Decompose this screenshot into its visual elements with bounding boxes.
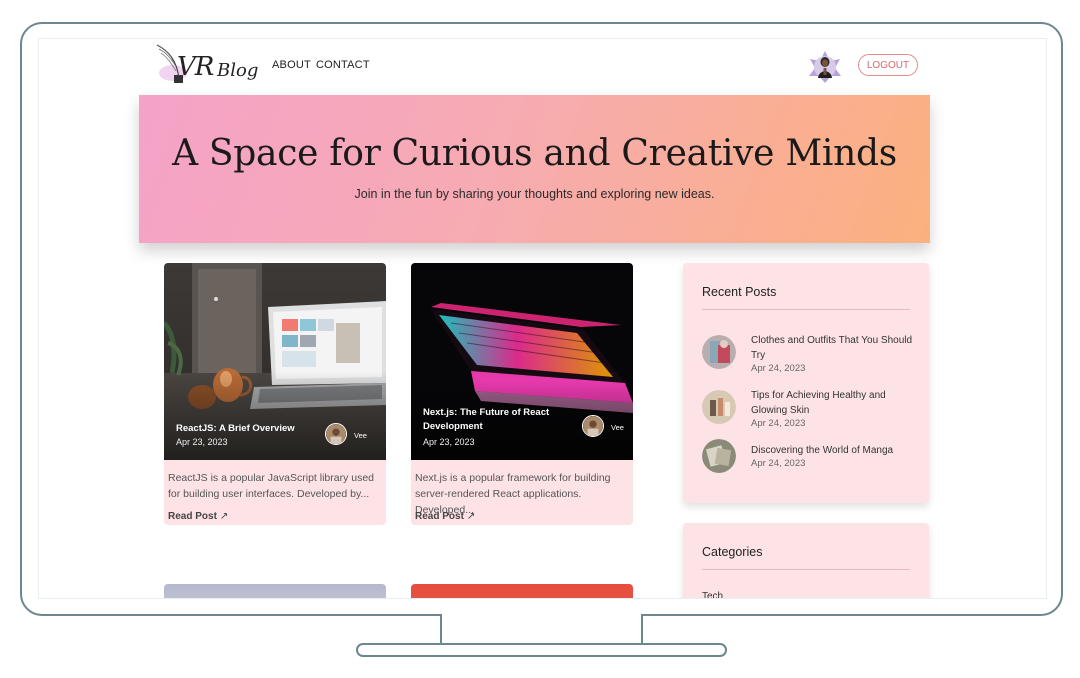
user-avatar[interactable]	[807, 49, 843, 85]
recent-post-title[interactable]: Clothes and Outfits That You Should Try	[751, 333, 913, 363]
recent-post-title[interactable]: Tips for Achieving Healthy and Glowing S…	[751, 388, 913, 418]
arrow-up-right-icon: ↗	[219, 511, 229, 522]
author-name: Vee	[354, 431, 367, 440]
author-avatar	[582, 415, 604, 437]
recent-posts-heading: Recent Posts	[702, 285, 777, 299]
recent-post-thumbnail	[702, 439, 736, 473]
hero-title: A Space for Curious and Creative Minds	[172, 133, 897, 174]
post-date: Apr 23, 2023	[423, 437, 475, 447]
monitor-stand-base	[356, 643, 727, 657]
categories-panel: Categories Tech	[683, 523, 929, 598]
post-card[interactable]: ReactJS: A Brief Overview Apr 23, 2023 V…	[164, 263, 386, 525]
logout-button[interactable]: LOGOUT	[858, 54, 918, 76]
recent-post-thumbnail	[702, 335, 736, 369]
site-logo[interactable]: VR Blog	[155, 43, 259, 91]
post-card-partial[interactable]	[411, 584, 633, 598]
post-title[interactable]: Next.js: The Future of React Development	[423, 406, 573, 434]
read-post-link[interactable]: Read Post ↗	[415, 511, 475, 522]
read-post-link[interactable]: Read Post ↗	[168, 511, 228, 522]
recent-post-date: Apr 24, 2023	[751, 363, 806, 374]
monitor-frame: VR Blog ABOUT CONTACT LOGOUT A Space for…	[20, 22, 1063, 616]
browser-viewport: VR Blog ABOUT CONTACT LOGOUT A Space for…	[38, 38, 1047, 599]
post-date: Apr 23, 2023	[176, 437, 228, 447]
recent-post-date: Apr 24, 2023	[751, 458, 806, 469]
divider	[702, 309, 910, 310]
post-excerpt: ReactJS is a popular JavaScript library …	[168, 472, 375, 500]
category-item-tech[interactable]: Tech	[702, 591, 723, 598]
author-name: Vee	[611, 423, 624, 432]
logo-text: VR	[177, 52, 214, 82]
read-post-label: Read Post	[168, 511, 217, 522]
author-avatar	[325, 423, 347, 445]
nav-link-about[interactable]: ABOUT	[272, 59, 311, 71]
read-post-label: Read Post	[415, 511, 464, 522]
post-title[interactable]: ReactJS: A Brief Overview	[176, 422, 295, 436]
hero-banner: A Space for Curious and Creative Minds J…	[139, 95, 930, 243]
post-card[interactable]: Next.js: The Future of React Development…	[411, 263, 633, 525]
hero-subtitle: Join in the fun by sharing your thoughts…	[354, 187, 715, 201]
recent-post-date: Apr 24, 2023	[751, 418, 806, 429]
logo-subtext: Blog	[217, 60, 259, 81]
categories-heading: Categories	[702, 545, 763, 559]
avatar-lotus-icon	[809, 51, 841, 83]
recent-post-thumbnail	[702, 390, 736, 424]
monitor-stand-neck	[440, 614, 643, 646]
arrow-up-right-icon: ↗	[466, 511, 476, 522]
recent-post-title[interactable]: Discovering the World of Manga	[751, 443, 913, 458]
nav-link-contact[interactable]: CONTACT	[316, 59, 370, 71]
navbar: VR Blog ABOUT CONTACT LOGOUT	[39, 39, 1046, 95]
divider	[702, 569, 910, 570]
post-card-partial[interactable]	[164, 584, 386, 598]
recent-posts-panel: Recent Posts Clothes and Outfits That Yo…	[683, 263, 929, 503]
